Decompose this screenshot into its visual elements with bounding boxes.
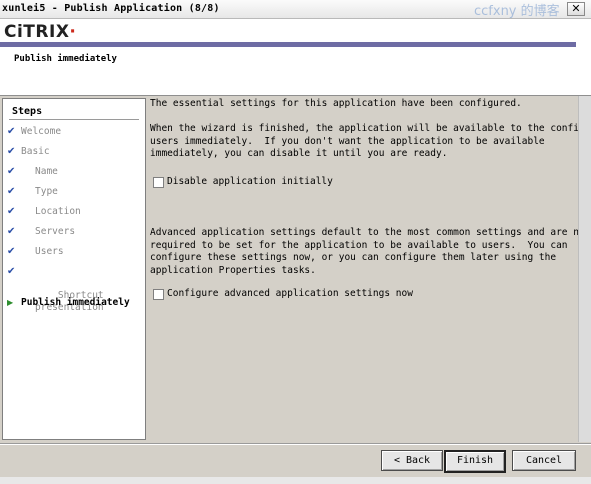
step-name: ✔ Name [7,166,58,177]
watermark: ccfxny 的博客 [474,4,560,19]
finish-button[interactable]: Finish [444,450,506,473]
close-button[interactable]: ✕ [567,2,585,16]
cancel-button[interactable]: Cancel [512,450,576,471]
step-basic: ✔ Basic [7,146,50,157]
step-label: Type [35,186,58,197]
configure-advanced-label[interactable]: Configure advanced application settings … [167,288,413,299]
check-icon: ✔ [7,146,16,157]
taskbar-strip [0,477,591,484]
step-label: Location [35,206,81,217]
check-icon: ✔ [7,266,16,277]
configure-advanced-checkbox[interactable] [153,289,164,300]
page-title: Publish immediately [14,54,117,64]
step-shortcut-presentation: ✔ Shortcut presentation [7,266,104,326]
step-label: Publish immediately [21,297,130,308]
intro-text: The essential settings for this applicat… [150,98,522,109]
check-icon: ✔ [7,246,16,257]
window-title: xunlei5 - Publish Application (8/8) [2,3,220,14]
step-users: ✔ Users [7,246,64,257]
disable-application-label[interactable]: Disable application initially [167,176,333,187]
step-label: Users [35,246,64,257]
step-servers: ✔ Servers [7,226,76,237]
step-label: Basic [21,146,50,157]
steps-title: Steps [12,106,43,117]
header-divider [0,95,591,96]
availability-text: When the wizard is finished, the applica… [150,123,591,159]
title-bar: xunlei5 - Publish Application (8/8) ccfx… [0,0,591,19]
logo-text: CiTRIX [4,22,70,42]
disable-application-checkbox[interactable] [153,177,164,188]
footer-divider [0,443,591,445]
step-label: Servers [35,226,76,237]
check-icon: ✔ [7,166,16,177]
logo-dot: · [69,22,77,42]
step-label: Welcome [21,126,62,137]
accent-bar [0,42,576,47]
step-type: ✔ Type [7,186,58,197]
steps-divider [9,119,139,120]
check-icon: ✔ [7,126,16,137]
check-icon: ✔ [7,206,16,217]
advanced-settings-text: Advanced application settings default to… [150,227,590,276]
step-label: Name [35,166,58,177]
current-step-arrow-icon: ▶ [7,298,14,307]
check-icon: ✔ [7,226,16,237]
vertical-scrollbar[interactable] [578,96,591,442]
step-welcome: ✔ Welcome [7,126,62,137]
check-icon: ✔ [7,186,16,197]
steps-panel: Steps ✔ Welcome ✔ Basic ✔ Name ✔ Type ✔ … [2,98,146,440]
citrix-logo: CiTRIX· [4,22,76,42]
step-location: ✔ Location [7,206,81,217]
step-publish-immediately: ▶ Publish immediately [7,297,130,308]
back-button[interactable]: < Back [381,450,443,471]
